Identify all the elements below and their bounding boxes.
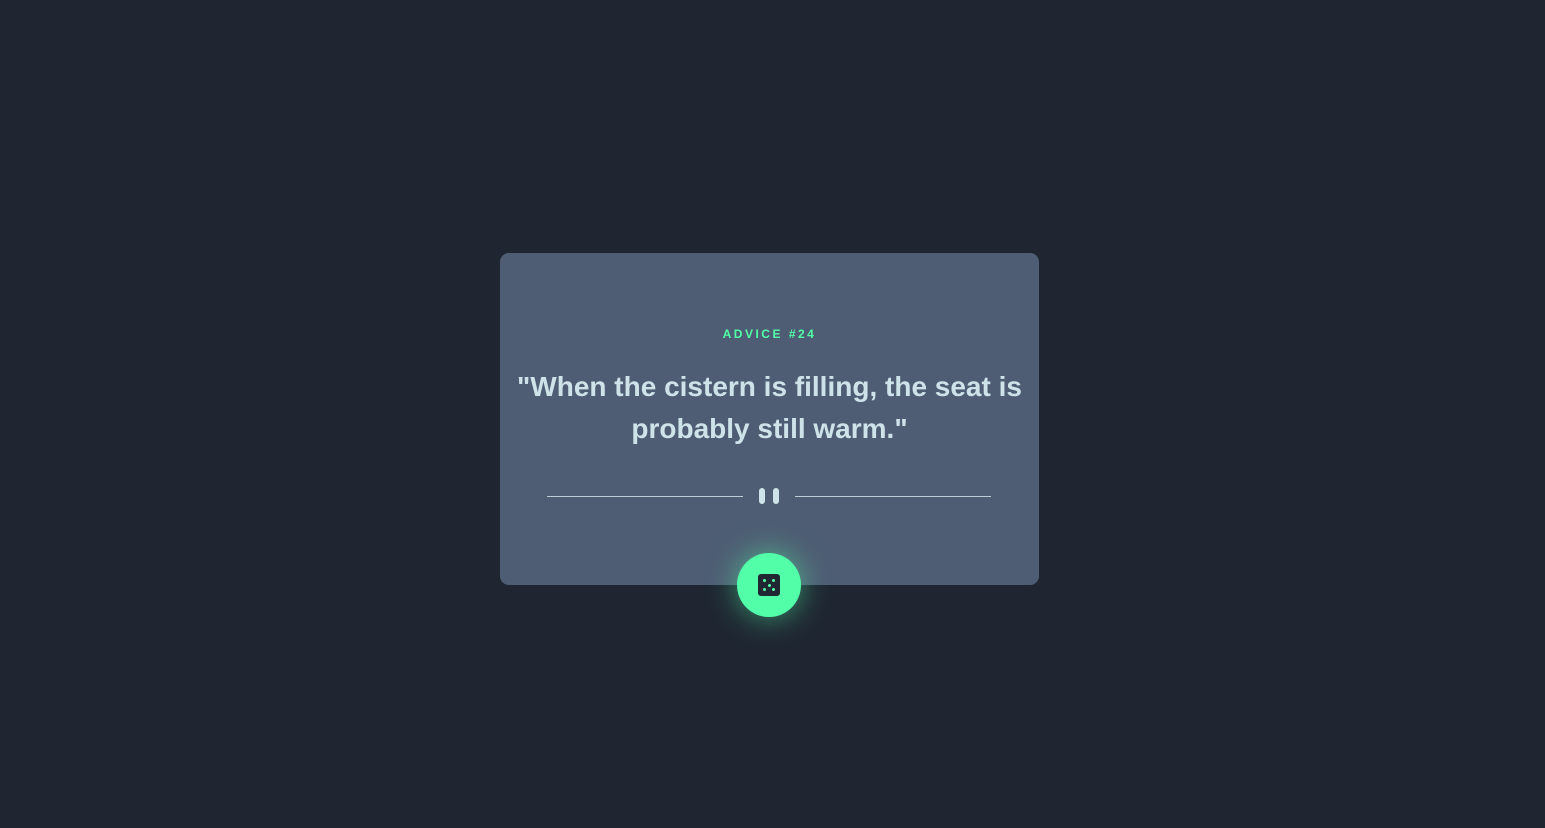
pause-icon xyxy=(759,488,779,504)
divider-line-right xyxy=(795,496,991,497)
advice-id: ADVICE #24 xyxy=(722,327,817,341)
advice-card: ADVICE #24 "When the cistern is filling,… xyxy=(500,253,1039,585)
dice-icon xyxy=(758,574,780,596)
divider-line-left xyxy=(547,496,743,497)
new-advice-button[interactable] xyxy=(737,553,801,617)
page: ADVICE #24 "When the cistern is filling,… xyxy=(0,0,1545,828)
advice-quote: "When the cistern is filling, the seat i… xyxy=(517,371,1022,444)
pattern-divider xyxy=(547,485,991,507)
